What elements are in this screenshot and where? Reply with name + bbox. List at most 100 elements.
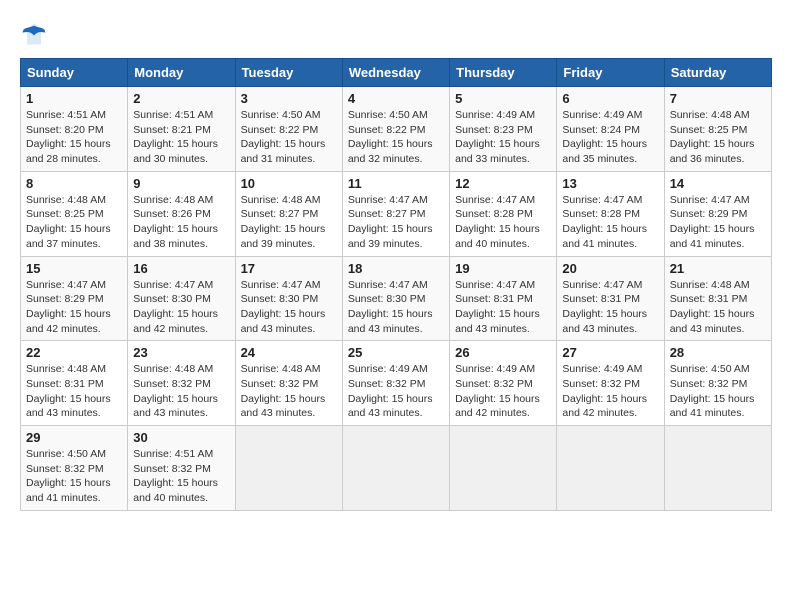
day-number: 20 — [562, 261, 658, 276]
calendar-cell: 18 Sunrise: 4:47 AMSunset: 8:30 PMDaylig… — [342, 256, 449, 341]
day-info: Sunrise: 4:48 AMSunset: 8:31 PMDaylight:… — [670, 279, 755, 335]
calendar-cell: 4 Sunrise: 4:50 AMSunset: 8:22 PMDayligh… — [342, 87, 449, 172]
day-number: 1 — [26, 91, 122, 106]
calendar-week-5: 29 Sunrise: 4:50 AMSunset: 8:32 PMDaylig… — [21, 426, 772, 511]
calendar-body: 1 Sunrise: 4:51 AMSunset: 8:20 PMDayligh… — [21, 87, 772, 511]
day-number: 27 — [562, 345, 658, 360]
day-number: 7 — [670, 91, 766, 106]
day-info: Sunrise: 4:47 AMSunset: 8:28 PMDaylight:… — [455, 194, 540, 250]
day-number: 5 — [455, 91, 551, 106]
day-number: 29 — [26, 430, 122, 445]
calendar-cell — [664, 426, 771, 511]
calendar-cell — [235, 426, 342, 511]
calendar-cell: 30 Sunrise: 4:51 AMSunset: 8:32 PMDaylig… — [128, 426, 235, 511]
calendar-cell: 12 Sunrise: 4:47 AMSunset: 8:28 PMDaylig… — [450, 171, 557, 256]
day-number: 19 — [455, 261, 551, 276]
day-info: Sunrise: 4:48 AMSunset: 8:25 PMDaylight:… — [26, 194, 111, 250]
calendar-cell: 26 Sunrise: 4:49 AMSunset: 8:32 PMDaylig… — [450, 341, 557, 426]
day-number: 3 — [241, 91, 337, 106]
calendar-cell: 20 Sunrise: 4:47 AMSunset: 8:31 PMDaylig… — [557, 256, 664, 341]
page-header — [20, 20, 772, 48]
calendar-week-3: 15 Sunrise: 4:47 AMSunset: 8:29 PMDaylig… — [21, 256, 772, 341]
calendar-cell: 2 Sunrise: 4:51 AMSunset: 8:21 PMDayligh… — [128, 87, 235, 172]
day-info: Sunrise: 4:47 AMSunset: 8:29 PMDaylight:… — [670, 194, 755, 250]
calendar-cell: 1 Sunrise: 4:51 AMSunset: 8:20 PMDayligh… — [21, 87, 128, 172]
calendar-cell: 13 Sunrise: 4:47 AMSunset: 8:28 PMDaylig… — [557, 171, 664, 256]
day-number: 28 — [670, 345, 766, 360]
day-number: 6 — [562, 91, 658, 106]
calendar-cell: 8 Sunrise: 4:48 AMSunset: 8:25 PMDayligh… — [21, 171, 128, 256]
day-number: 11 — [348, 176, 444, 191]
day-info: Sunrise: 4:47 AMSunset: 8:28 PMDaylight:… — [562, 194, 647, 250]
calendar-header-tuesday: Tuesday — [235, 59, 342, 87]
day-number: 4 — [348, 91, 444, 106]
calendar-cell: 16 Sunrise: 4:47 AMSunset: 8:30 PMDaylig… — [128, 256, 235, 341]
calendar-header-friday: Friday — [557, 59, 664, 87]
day-info: Sunrise: 4:50 AMSunset: 8:32 PMDaylight:… — [670, 363, 755, 419]
calendar-cell: 11 Sunrise: 4:47 AMSunset: 8:27 PMDaylig… — [342, 171, 449, 256]
calendar-cell: 24 Sunrise: 4:48 AMSunset: 8:32 PMDaylig… — [235, 341, 342, 426]
day-info: Sunrise: 4:47 AMSunset: 8:27 PMDaylight:… — [348, 194, 433, 250]
day-info: Sunrise: 4:49 AMSunset: 8:24 PMDaylight:… — [562, 109, 647, 165]
day-number: 25 — [348, 345, 444, 360]
calendar-cell: 22 Sunrise: 4:48 AMSunset: 8:31 PMDaylig… — [21, 341, 128, 426]
day-info: Sunrise: 4:47 AMSunset: 8:30 PMDaylight:… — [241, 279, 326, 335]
day-number: 21 — [670, 261, 766, 276]
calendar-cell: 14 Sunrise: 4:47 AMSunset: 8:29 PMDaylig… — [664, 171, 771, 256]
day-number: 14 — [670, 176, 766, 191]
logo — [20, 20, 52, 48]
day-info: Sunrise: 4:50 AMSunset: 8:22 PMDaylight:… — [241, 109, 326, 165]
day-number: 8 — [26, 176, 122, 191]
day-info: Sunrise: 4:47 AMSunset: 8:29 PMDaylight:… — [26, 279, 111, 335]
day-number: 17 — [241, 261, 337, 276]
day-number: 23 — [133, 345, 229, 360]
calendar-cell — [342, 426, 449, 511]
calendar-week-1: 1 Sunrise: 4:51 AMSunset: 8:20 PMDayligh… — [21, 87, 772, 172]
calendar-week-2: 8 Sunrise: 4:48 AMSunset: 8:25 PMDayligh… — [21, 171, 772, 256]
day-number: 13 — [562, 176, 658, 191]
day-number: 9 — [133, 176, 229, 191]
calendar-cell: 28 Sunrise: 4:50 AMSunset: 8:32 PMDaylig… — [664, 341, 771, 426]
calendar-cell: 6 Sunrise: 4:49 AMSunset: 8:24 PMDayligh… — [557, 87, 664, 172]
day-info: Sunrise: 4:48 AMSunset: 8:32 PMDaylight:… — [241, 363, 326, 419]
day-number: 30 — [133, 430, 229, 445]
day-info: Sunrise: 4:51 AMSunset: 8:32 PMDaylight:… — [133, 448, 218, 504]
calendar-cell: 27 Sunrise: 4:49 AMSunset: 8:32 PMDaylig… — [557, 341, 664, 426]
day-number: 10 — [241, 176, 337, 191]
day-info: Sunrise: 4:47 AMSunset: 8:31 PMDaylight:… — [455, 279, 540, 335]
day-info: Sunrise: 4:48 AMSunset: 8:25 PMDaylight:… — [670, 109, 755, 165]
day-info: Sunrise: 4:48 AMSunset: 8:32 PMDaylight:… — [133, 363, 218, 419]
day-number: 24 — [241, 345, 337, 360]
calendar-header-row: SundayMondayTuesdayWednesdayThursdayFrid… — [21, 59, 772, 87]
day-number: 12 — [455, 176, 551, 191]
day-info: Sunrise: 4:51 AMSunset: 8:20 PMDaylight:… — [26, 109, 111, 165]
calendar-cell: 3 Sunrise: 4:50 AMSunset: 8:22 PMDayligh… — [235, 87, 342, 172]
day-number: 2 — [133, 91, 229, 106]
calendar-cell: 29 Sunrise: 4:50 AMSunset: 8:32 PMDaylig… — [21, 426, 128, 511]
calendar-header-saturday: Saturday — [664, 59, 771, 87]
day-number: 15 — [26, 261, 122, 276]
calendar-cell: 17 Sunrise: 4:47 AMSunset: 8:30 PMDaylig… — [235, 256, 342, 341]
day-info: Sunrise: 4:49 AMSunset: 8:32 PMDaylight:… — [455, 363, 540, 419]
day-number: 22 — [26, 345, 122, 360]
calendar-header-wednesday: Wednesday — [342, 59, 449, 87]
day-info: Sunrise: 4:48 AMSunset: 8:31 PMDaylight:… — [26, 363, 111, 419]
day-info: Sunrise: 4:47 AMSunset: 8:30 PMDaylight:… — [348, 279, 433, 335]
day-info: Sunrise: 4:49 AMSunset: 8:32 PMDaylight:… — [562, 363, 647, 419]
calendar-cell — [450, 426, 557, 511]
calendar-week-4: 22 Sunrise: 4:48 AMSunset: 8:31 PMDaylig… — [21, 341, 772, 426]
day-info: Sunrise: 4:50 AMSunset: 8:32 PMDaylight:… — [26, 448, 111, 504]
day-info: Sunrise: 4:51 AMSunset: 8:21 PMDaylight:… — [133, 109, 218, 165]
calendar-cell: 25 Sunrise: 4:49 AMSunset: 8:32 PMDaylig… — [342, 341, 449, 426]
day-info: Sunrise: 4:48 AMSunset: 8:27 PMDaylight:… — [241, 194, 326, 250]
day-info: Sunrise: 4:49 AMSunset: 8:23 PMDaylight:… — [455, 109, 540, 165]
calendar-header-monday: Monday — [128, 59, 235, 87]
day-info: Sunrise: 4:47 AMSunset: 8:30 PMDaylight:… — [133, 279, 218, 335]
day-info: Sunrise: 4:48 AMSunset: 8:26 PMDaylight:… — [133, 194, 218, 250]
calendar-cell: 15 Sunrise: 4:47 AMSunset: 8:29 PMDaylig… — [21, 256, 128, 341]
calendar-cell: 9 Sunrise: 4:48 AMSunset: 8:26 PMDayligh… — [128, 171, 235, 256]
calendar-cell: 7 Sunrise: 4:48 AMSunset: 8:25 PMDayligh… — [664, 87, 771, 172]
day-info: Sunrise: 4:49 AMSunset: 8:32 PMDaylight:… — [348, 363, 433, 419]
day-number: 26 — [455, 345, 551, 360]
logo-icon — [20, 20, 48, 48]
